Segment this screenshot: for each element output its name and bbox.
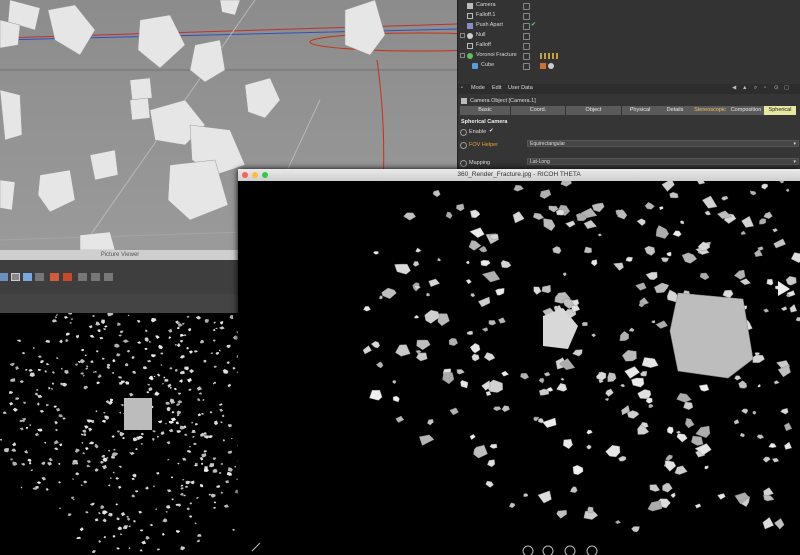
menu-user-data[interactable]: User Data <box>508 85 533 91</box>
tab-composition[interactable]: Composition <box>728 106 765 115</box>
close-button[interactable] <box>242 172 248 178</box>
new-window-icon[interactable]: ▢ <box>784 85 789 91</box>
grid-icon[interactable] <box>104 273 113 281</box>
stop-render-icon[interactable] <box>50 273 59 281</box>
attribute-tabs: Basic Coord. Object Physical Details Ste… <box>458 106 800 116</box>
object-manager: Camera Falloff.1 Push Apart ✔ Null Fallo… <box>457 0 800 84</box>
theta-window-title: 360_Render_Fracture.jpg - RICOH THETA <box>238 169 800 181</box>
animate-dot-icon[interactable] <box>460 129 467 136</box>
enable-label: Enable <box>469 129 487 135</box>
chevron-down-icon: ▾ <box>793 159 796 165</box>
expand-toggle-icon[interactable] <box>460 52 465 58</box>
enabled-check-icon[interactable]: ✔ <box>531 21 536 30</box>
picture-viewer-title: Picture Viewer <box>0 250 240 260</box>
layers-icon[interactable] <box>35 273 44 281</box>
object-row-push-apart[interactable]: Push Apart ✔ <box>458 21 800 30</box>
panorama-view[interactable] <box>238 181 800 555</box>
menu-edit[interactable]: Edit <box>492 85 501 91</box>
attribute-menu-bar: ▪ Mode Edit User Data ◀ ▲ ⌕ ▫ ⊙ ▢ <box>458 84 800 94</box>
fov-helper-label: FOV Helper <box>469 142 499 148</box>
rock-fragment <box>625 256 633 262</box>
animate-dot-icon[interactable] <box>460 142 467 149</box>
attribute-manager: ▪ Mode Edit User Data ◀ ▲ ⌕ ▫ ⊙ ▢ Camera… <box>457 84 800 170</box>
menu-grip-icon: ▪ <box>461 85 463 91</box>
object-row-falloff[interactable]: Falloff <box>458 41 800 50</box>
visibility-flag[interactable] <box>523 33 530 40</box>
animate-dot-icon[interactable] <box>460 160 467 167</box>
rock-fragment <box>378 295 383 300</box>
visibility-flag[interactable] <box>523 53 530 60</box>
rock-fragment <box>4 448 9 453</box>
section-title: Spherical Camera <box>461 119 508 125</box>
rock-fragment <box>523 493 529 497</box>
picture-viewer-toolbar <box>0 260 240 294</box>
falloff-icon <box>467 12 473 19</box>
fit-icon[interactable] <box>91 273 100 281</box>
rock-fragment <box>587 506 594 514</box>
tab-coord[interactable]: Coord. <box>511 106 566 115</box>
record-icon[interactable] <box>63 273 72 281</box>
zoom-button[interactable] <box>262 172 268 178</box>
camera-icon <box>461 98 467 104</box>
tab-basic[interactable]: Basic <box>460 106 511 115</box>
object-title: Camera Object [Camera.1] <box>470 98 536 104</box>
mapping-label: Mapping <box>469 160 491 166</box>
theta-viewer-window: 360_Render_Fracture.jpg - RICOH THETA <box>238 169 800 555</box>
object-row-cube[interactable]: Cube <box>458 61 800 70</box>
menu-mode[interactable]: Mode <box>471 85 485 91</box>
enable-checkbox[interactable]: ✔ <box>489 128 494 134</box>
fov-helper-dropdown[interactable]: Equirectangular ▾ <box>527 140 799 147</box>
voronoi-fracture-icon <box>467 52 473 59</box>
camera-icon <box>467 2 473 9</box>
expand-toggle-icon[interactable] <box>460 32 465 38</box>
object-row-camera[interactable]: Camera <box>458 1 800 10</box>
null-icon <box>467 32 473 39</box>
falloff-icon <box>467 42 473 49</box>
push-apart-icon <box>467 22 473 29</box>
search-icon[interactable]: ⌕ <box>754 85 757 92</box>
render-preview-image <box>0 313 240 555</box>
visibility-flag[interactable] <box>523 3 530 10</box>
zoom-icon[interactable] <box>78 273 87 281</box>
mapping-dropdown[interactable]: Lat-Long ▾ <box>527 158 799 165</box>
visibility-flag[interactable] <box>523 23 530 30</box>
compare-icon[interactable] <box>23 273 32 281</box>
render-icon[interactable] <box>0 273 8 281</box>
picture-viewer-window: Picture Viewer <box>0 250 240 555</box>
object-row-null[interactable]: Null <box>458 31 800 40</box>
tab-spherical[interactable]: Spherical <box>764 106 797 115</box>
tab-object[interactable]: Object <box>566 106 622 115</box>
link-icon[interactable]: ⊙ <box>774 85 779 91</box>
visibility-flag[interactable] <box>523 63 530 70</box>
rock-fragment <box>581 321 588 327</box>
back-arrow-icon[interactable]: ◀ <box>732 85 736 91</box>
lock-icon[interactable]: ▫ <box>764 85 766 91</box>
film-icon[interactable] <box>11 273 20 281</box>
cube-icon <box>472 62 478 69</box>
object-row-falloff-1[interactable]: Falloff.1 <box>458 11 800 20</box>
tab-stereoscopic[interactable]: Stereoscopic <box>692 106 729 115</box>
rock-fragment <box>169 367 173 370</box>
phong-tag-icon[interactable] <box>548 62 554 69</box>
chevron-down-icon: ▾ <box>793 141 796 147</box>
tab-details[interactable]: Details <box>658 106 693 115</box>
visibility-flag[interactable] <box>523 43 530 50</box>
material-tag-icon[interactable] <box>540 62 546 69</box>
tag-icons[interactable] <box>540 52 558 59</box>
object-row-voronoi-fracture[interactable]: Voronoi Fracture <box>458 51 800 60</box>
tab-physical[interactable]: Physical <box>622 106 659 115</box>
minimize-button[interactable] <box>252 172 258 178</box>
visibility-flag[interactable] <box>523 13 530 20</box>
up-arrow-icon[interactable]: ▲ <box>742 85 747 91</box>
